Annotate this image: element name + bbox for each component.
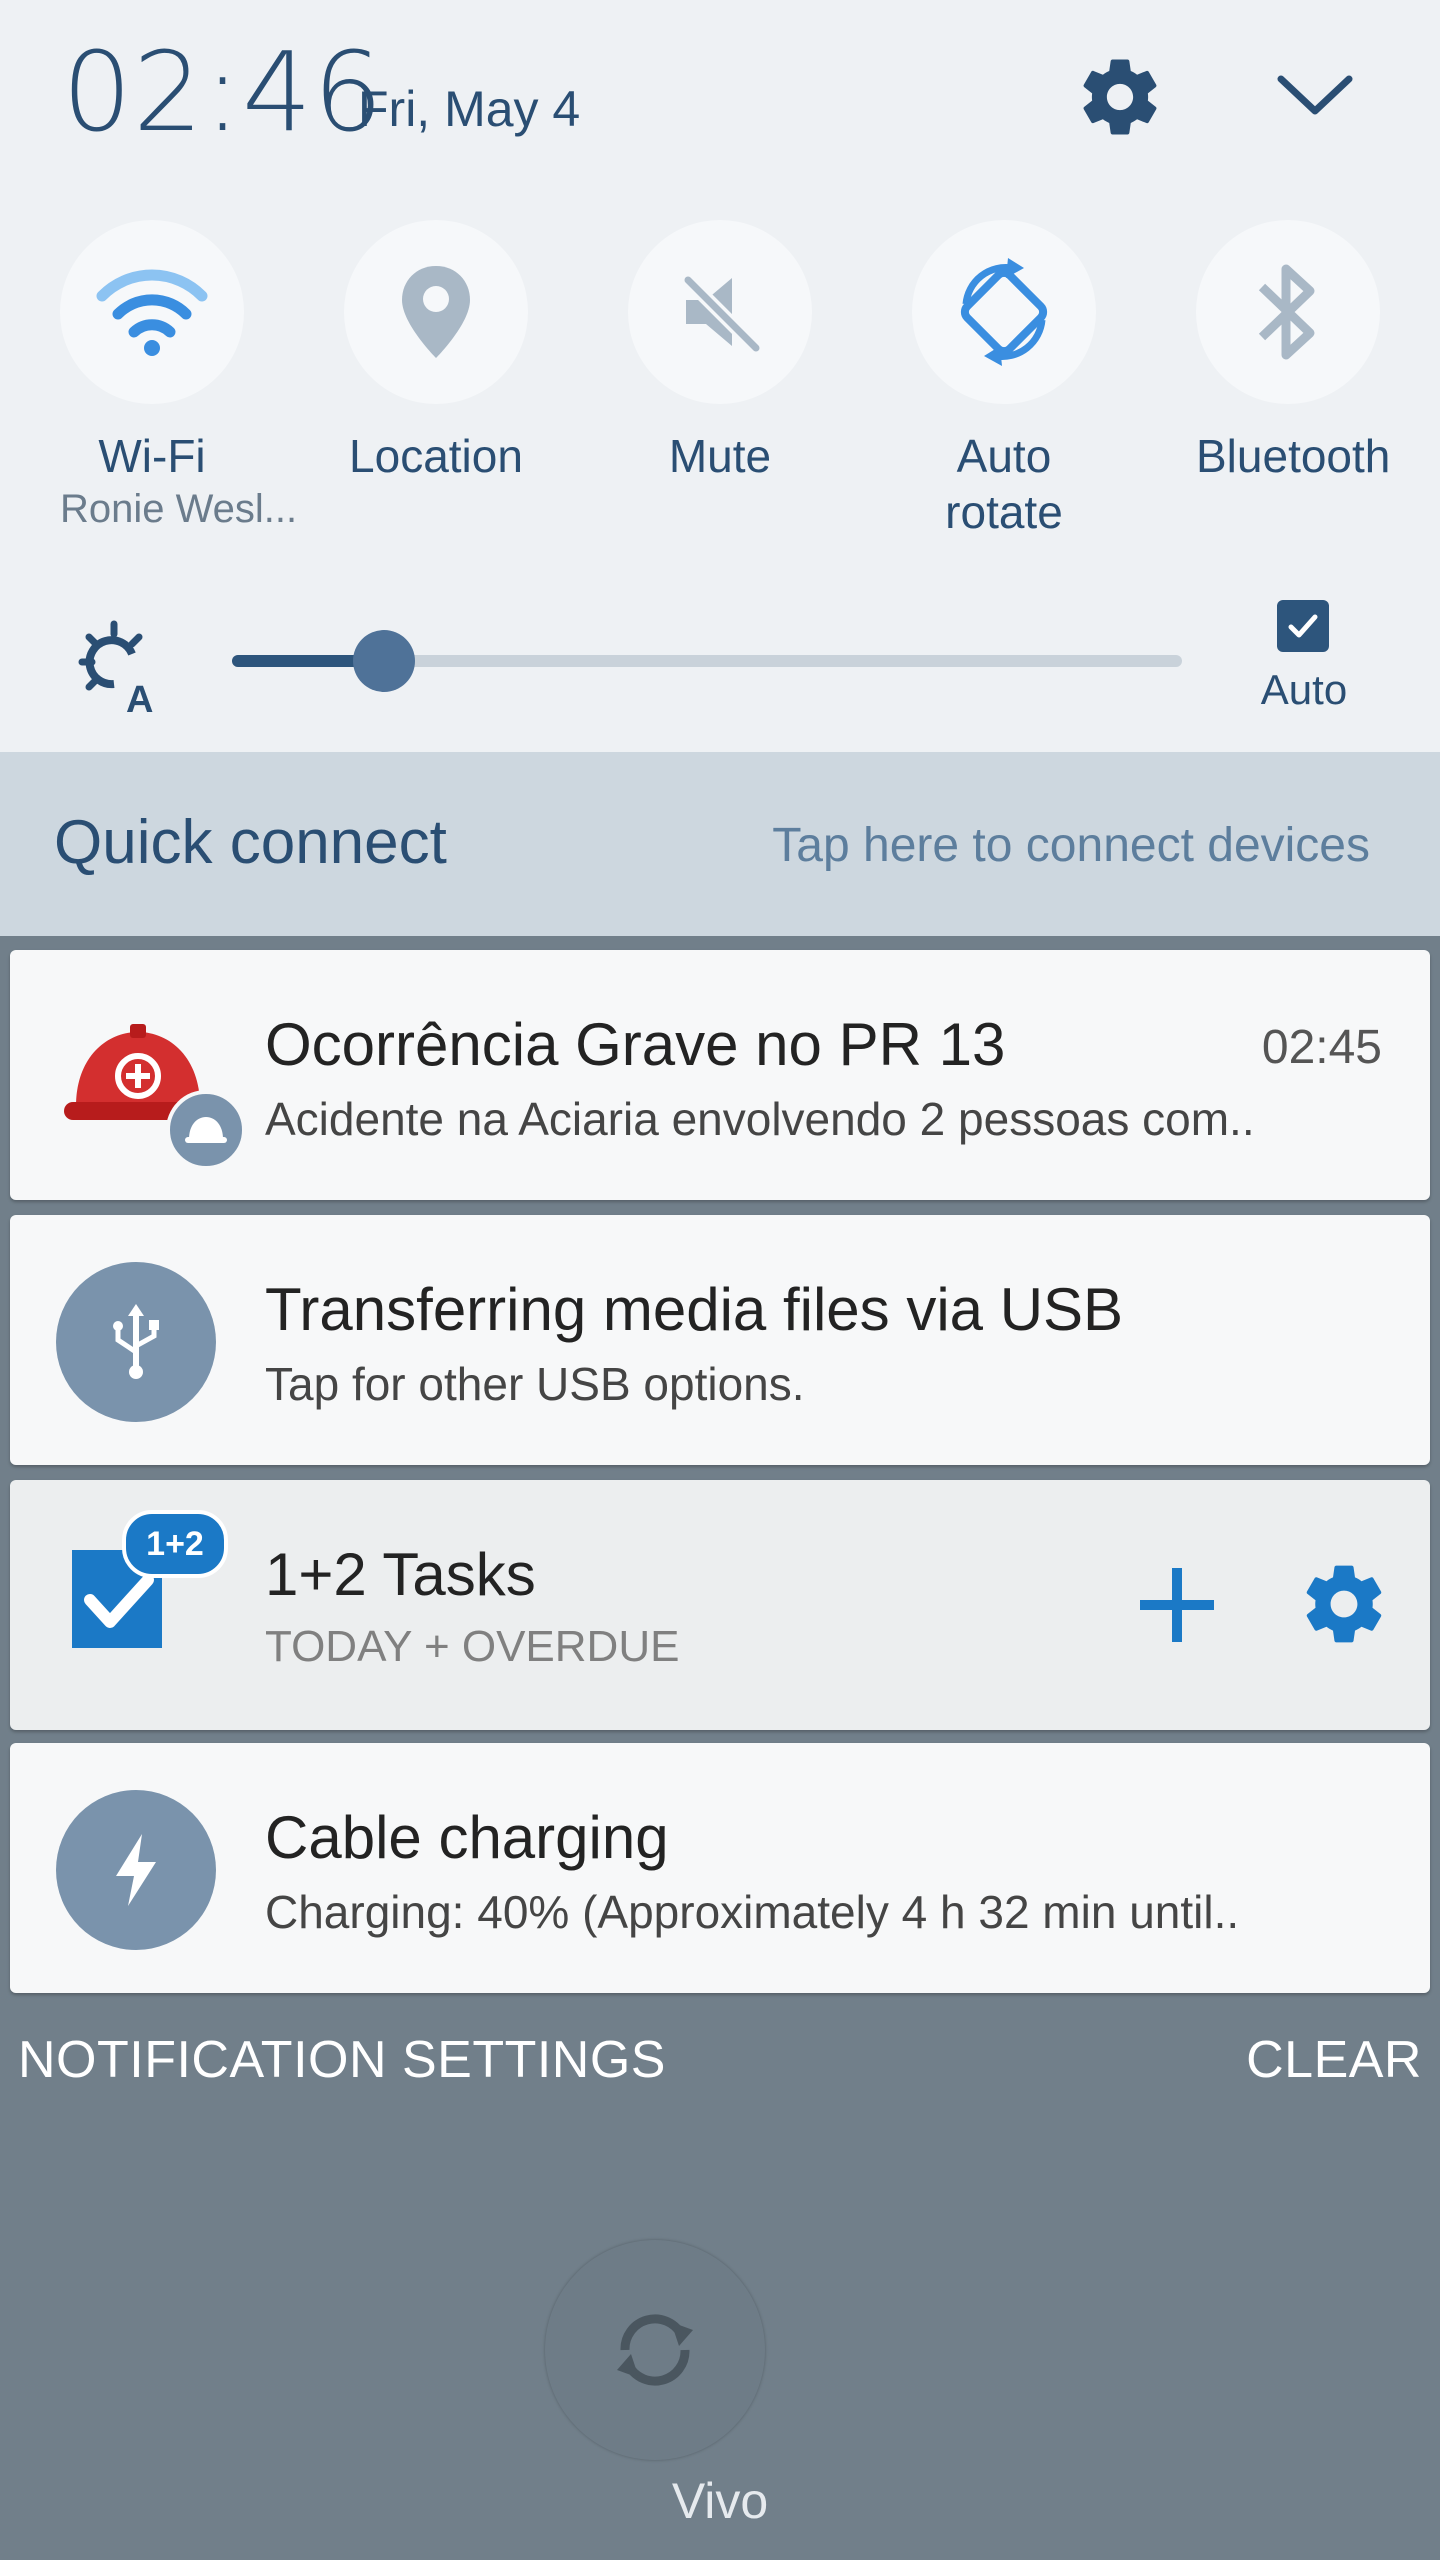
carrier-label: Vivo	[671, 2473, 769, 2529]
auto-brightness-label: Auto	[1260, 666, 1348, 713]
auto-brightness-checkbox[interactable]	[1277, 600, 1329, 652]
toggle-wifi-label: Wi-Fi	[98, 430, 206, 482]
toggle-location[interactable]: Location	[344, 220, 528, 484]
svg-text:A: A	[126, 679, 153, 718]
clear-button[interactable]: CLEAR	[1246, 2030, 1422, 2090]
toggle-wifi-network: Ronie Wesl...	[60, 487, 298, 531]
notification-tasks[interactable]: 1+2 1+2 Tasks TODAY + OVERDUE	[10, 1480, 1430, 1730]
toggle-wifi[interactable]: Wi-Fi Ronie Wesl...	[60, 220, 298, 534]
notification-ocorrencia[interactable]: Ocorrência Grave no PR 13 02:45 Acidente…	[10, 950, 1430, 1200]
toggle-auto-rotate[interactable]: Auto rotate	[912, 220, 1096, 540]
tasks-count-badge: 1+2	[122, 1510, 228, 1578]
toggle-auto-rotate-label: Auto rotate	[945, 430, 1063, 538]
location-icon	[344, 220, 528, 404]
quick-connect-title: Quick connect	[54, 808, 447, 877]
settings-gear-icon[interactable]	[1075, 52, 1165, 147]
brightness-row: A Auto	[0, 590, 1440, 730]
collapse-chevron-icon[interactable]	[1275, 65, 1355, 130]
mute-icon	[628, 220, 812, 404]
notification-text: Acidente na Aciaria envolvendo 2 pessoas…	[265, 1093, 1255, 1145]
toggle-bluetooth[interactable]: Bluetooth	[1196, 220, 1391, 484]
auto-rotate-icon	[912, 220, 1096, 404]
brightness-slider[interactable]	[232, 630, 1182, 692]
app-badge-hard-hat-icon	[166, 1090, 246, 1170]
refresh-icon	[617, 2314, 693, 2386]
add-task-icon[interactable]	[1132, 1560, 1222, 1655]
date: Fri, May 4	[358, 81, 581, 137]
bluetooth-icon	[1196, 220, 1380, 404]
quick-connect-bar[interactable]: Quick connect Tap here to connect device…	[0, 752, 1440, 936]
notification-text: Tap for other USB options.	[265, 1358, 805, 1410]
notification-title: Cable charging	[265, 1804, 669, 1871]
toggle-mute-label: Mute	[668, 430, 772, 482]
toggle-mute[interactable]: Mute	[628, 220, 812, 484]
notification-title: 1+2 Tasks	[265, 1541, 536, 1608]
toggle-bluetooth-label: Bluetooth	[1196, 430, 1391, 482]
notification-settings-button[interactable]: NOTIFICATION SETTINGS	[18, 2030, 666, 2090]
brightness-slider-thumb[interactable]	[353, 630, 415, 692]
notification-title: Ocorrência Grave no PR 13	[265, 1011, 1006, 1078]
quick-connect-hint: Tap here to connect devices	[772, 819, 1370, 872]
wifi-icon	[60, 220, 244, 404]
notification-time: 02:45	[1261, 1021, 1382, 1074]
notification-usb[interactable]: Transferring media files via USB Tap for…	[10, 1215, 1430, 1465]
notification-text: Charging: 40% (Approximately 4 h 32 min …	[265, 1886, 1240, 1938]
notification-text: TODAY + OVERDUE	[265, 1622, 680, 1671]
quick-panel: 02:46 Fri, May 4 Wi-Fi Ronie Wesl... Loc…	[0, 0, 1440, 752]
toggle-location-label: Location	[349, 430, 523, 482]
notification-cable-charging[interactable]: Cable charging Charging: 40% (Approximat…	[10, 1743, 1430, 1993]
notification-title: Transferring media files via USB	[265, 1276, 1124, 1343]
brightness-auto-icon: A	[70, 618, 170, 723]
clock: 02:46	[62, 28, 385, 156]
lightning-icon	[56, 1790, 216, 1950]
carrier-refresh-button[interactable]	[545, 2240, 765, 2460]
tasks-settings-gear-icon[interactable]	[1298, 1558, 1390, 1655]
usb-icon	[56, 1262, 216, 1422]
